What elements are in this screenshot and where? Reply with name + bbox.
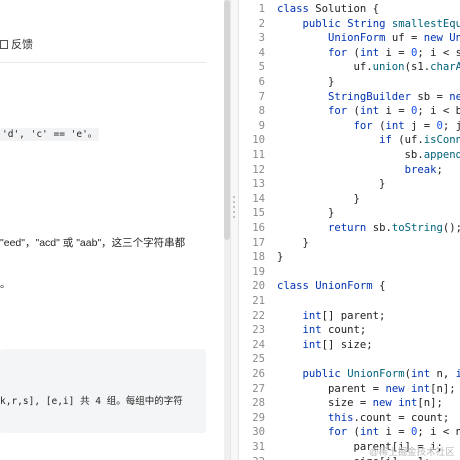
feedback-link[interactable]: 反馈	[0, 36, 33, 52]
code-line: 5 uf.union(s1.charAt(i	[258, 61, 460, 74]
description-text-2: "eed"，"acd" 或 "aab"，这三个字符串都	[0, 237, 186, 249]
example-codeblock-text: k,r,s], [e,i] 共 4 组。每组中的字符	[0, 396, 183, 407]
code-line: 27 parent = new int[n];	[252, 382, 456, 395]
code-line: 8 for (int i = 0; i < base	[258, 105, 460, 118]
code-line: 28 size = new int[n];	[252, 397, 443, 410]
divider	[0, 62, 206, 63]
feedback-icon	[0, 40, 8, 49]
code-line: 21	[252, 295, 265, 307]
code-line: 30 for (int i = 0; i < n; i	[252, 426, 460, 439]
code-line: 14 }	[252, 192, 360, 205]
code-line: 23 int count;	[252, 324, 367, 337]
code-line: 6 }	[258, 76, 335, 88]
code-line: 26 public UnionForm(int n, int	[252, 368, 460, 380]
code-line: 18}	[252, 251, 284, 264]
code-line: 17 }	[252, 236, 309, 249]
code-line: 1 class Solution {	[258, 3, 380, 15]
code-line: 22 int[] parent;	[252, 309, 386, 322]
code-line: 24 int[] size;	[252, 338, 373, 351]
code-line: 25	[252, 353, 265, 366]
example-codeblock	[0, 349, 206, 433]
code-line: 11 sb.append((c	[252, 149, 460, 161]
code-line: 2 public String smallestEquiva	[258, 17, 460, 30]
code-line: 29 this.count = count;	[252, 411, 450, 424]
code-line: 10 if (uf.isConnect	[252, 134, 460, 147]
splitter-grip-icon	[232, 196, 236, 221]
code-line: 4 for (int i = 0; i < s1.l	[258, 46, 460, 59]
code-line: 15 }	[252, 207, 335, 220]
code-line: 9 for (int j = 0; j <	[258, 119, 460, 132]
watermark: @稀土掘金技术社区	[369, 447, 455, 458]
code-line: 12 break;	[252, 163, 443, 176]
feedback-label: 反馈	[11, 39, 33, 51]
problem-description-panel: 反馈 'd', 'c' == 'e'。 "eed"，"acd" 或 "aab"，…	[0, 0, 224, 460]
inline-code-example: 'd', 'c' == 'e'。	[0, 128, 100, 141]
code-line: 13 }	[252, 178, 386, 191]
description-text-3: 。	[0, 278, 11, 290]
code-line: 7 StringBuilder sb = new S	[258, 90, 460, 103]
code-line: 20 class UnionForm {	[252, 280, 386, 293]
code-editor[interactable]: 1 class Solution { 2 public String smalle…	[239, 0, 460, 460]
code-line: 19	[252, 265, 265, 278]
panel-splitter[interactable]	[230, 0, 239, 460]
description-text-1: 'd', 'c' == 'e'。	[0, 126, 100, 141]
code-line: 3 UnionForm uf = new Union	[258, 32, 460, 45]
code-line: 16 return sb.toString();	[252, 222, 460, 234]
